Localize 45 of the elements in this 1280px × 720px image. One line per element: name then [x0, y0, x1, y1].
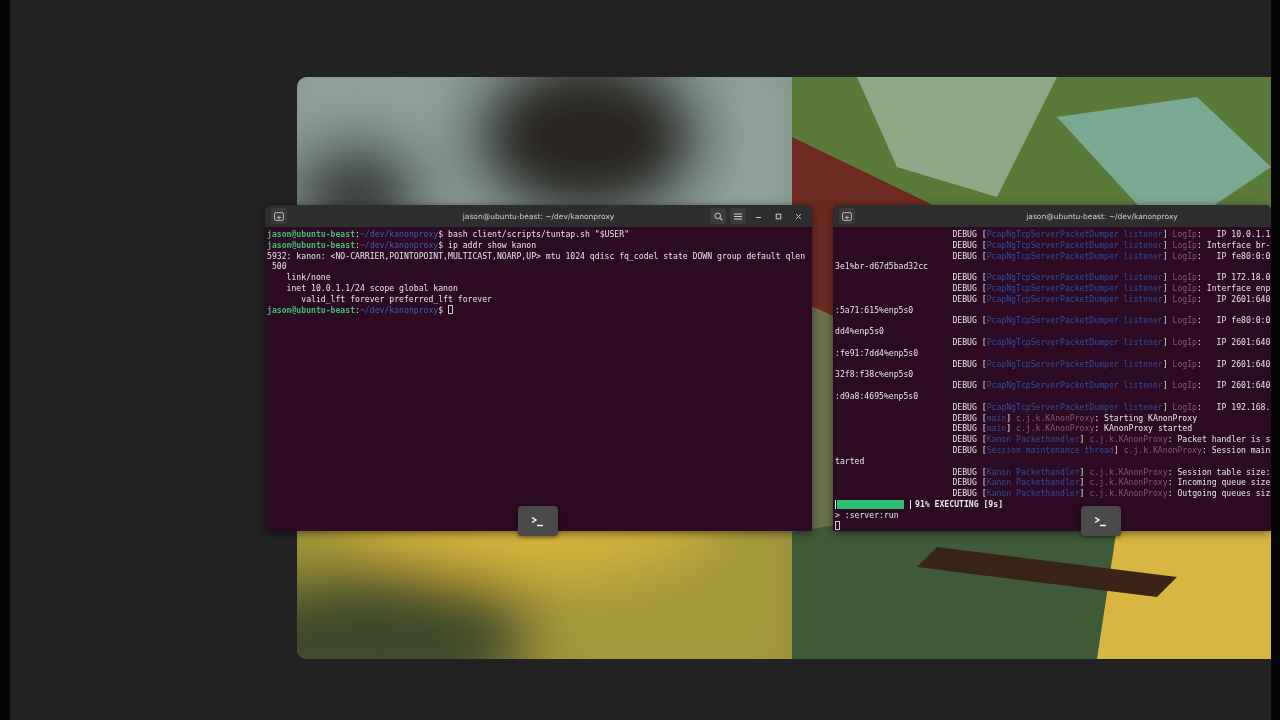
terminal-line: DEBUG [PcapNgTcpServerPacketDumper listener] LogIp: Interface br-: [952, 239, 1271, 251]
terminal-line: DEBUG [Kanon Packethandler] c.j.k.KAnonProxy: Session table size:: [952, 466, 1271, 478]
terminal-line: DEBUG [Kanon Packethandler] c.j.k.KAnonProxy: Outgoing queues siz: [952, 488, 1271, 499]
terminal-line: 3e1%br-d67d5bad32cc: [835, 261, 928, 273]
terminal-line: jason@ubuntu-beast:~/dev/kanonproxy$: [267, 304, 445, 316]
terminal-line: 5932: kanon: <NO-CARRIER,POINTOPOINT,MULTICAST,NOARP,UP> mtu 1024 qdisc fq_codel state DOWN group default qlen: [267, 250, 806, 262]
terminal-line: DEBUG [PcapNgTcpServerPacketDumper listener] LogIp: IP 10.0.1.1: [952, 229, 1271, 240]
terminal-line: :d9a8:4695%enp5s0: [835, 390, 919, 402]
terminal-line: inet 10.0.1.1/24 scope global kanon: [285, 283, 458, 294]
terminal-line: DEBUG [PcapNgTcpServerPacketDumper listener] LogIp: IP 2601:640: [952, 336, 1271, 348]
search-icon: [713, 211, 723, 221]
terminal-line: jason@ubuntu-beast:~/dev/kanonproxy$ bash client/scripts/tuntap.sh "$USER": [267, 229, 630, 240]
terminal-line: DEBUG [Session maintenance thread] c.j.k.KAnonProxy: Session main: [952, 444, 1271, 456]
new-tab-button[interactable]: [839, 208, 855, 224]
terminal-line: 32f8:f38c%enp5s0: [835, 369, 914, 381]
terminal-line: tarted: [835, 455, 865, 467]
progress-text: 91% EXECUTING [9s]: [915, 498, 1004, 510]
terminal-line: jason@ubuntu-beast:~/dev/kanonproxy$ ip addr show kanon: [267, 239, 537, 251]
terminal-line: DEBUG [PcapNgTcpServerPacketDumper listener] LogIp: Interface enp: [952, 283, 1271, 294]
close-icon: [794, 212, 802, 220]
terminal-line: :5a71:615%enp5s0: [835, 304, 914, 316]
terminal-line: DEBUG [main] c.j.k.KAnonProxy: KAnonProxy started: [952, 423, 1193, 435]
terminal-line: DEBUG [PcapNgTcpServerPacketDumper listener] LogIp: IP fe80:0:0: [952, 250, 1271, 262]
menu-icon: [734, 212, 742, 220]
new-tab-button[interactable]: [271, 208, 287, 224]
terminal-line: 500: [270, 261, 287, 273]
terminal-line: > :server:run: [835, 509, 899, 521]
new-tab-icon: [842, 211, 852, 221]
terminal-line: DEBUG [PcapNgTcpServerPacketDumper listener] LogIp: IP fe80:0:0: [952, 315, 1271, 327]
terminal-line: valid_lft forever preferred_lft forever: [300, 293, 493, 305]
terminal-line: DEBUG [PcapNgTcpServerPacketDumper listener] LogIp: IP 2601:640: [952, 380, 1271, 391]
terminal-line: :fe91:7dd4%enp5s0: [835, 347, 919, 359]
menu-button[interactable]: [730, 208, 746, 224]
terminal-line: DEBUG [Kanon Packethandler] c.j.k.KAnonProxy: Packet handler is s: [952, 434, 1271, 445]
terminal-line: DEBUG [PcapNgTcpServerPacketDumper listener] LogIp: IP 192.168.: [952, 401, 1271, 413]
terminal-line: DEBUG [Kanon Packethandler] c.j.k.KAnonProxy: Incoming queue size: [952, 477, 1271, 489]
terminal-line: link/none: [285, 272, 331, 283]
maximize-icon: [774, 212, 782, 220]
terminal-line: dd4%enp5s0: [835, 326, 884, 337]
terminal-line: DEBUG [PcapNgTcpServerPacketDumper listener] LogIp: IP 2601:640: [952, 293, 1271, 305]
new-tab-icon: [274, 211, 284, 221]
terminal-line: DEBUG [main] c.j.k.KAnonProxy: Starting KAnonProxy: [952, 412, 1198, 424]
terminal-line: DEBUG [PcapNgTcpServerPacketDumper listener] LogIp: IP 172.18.0: [952, 272, 1271, 283]
terminal-line: DEBUG [PcapNgTcpServerPacketDumper listener] LogIp: IP 2601:640: [952, 358, 1271, 370]
search-button[interactable]: [710, 208, 726, 224]
